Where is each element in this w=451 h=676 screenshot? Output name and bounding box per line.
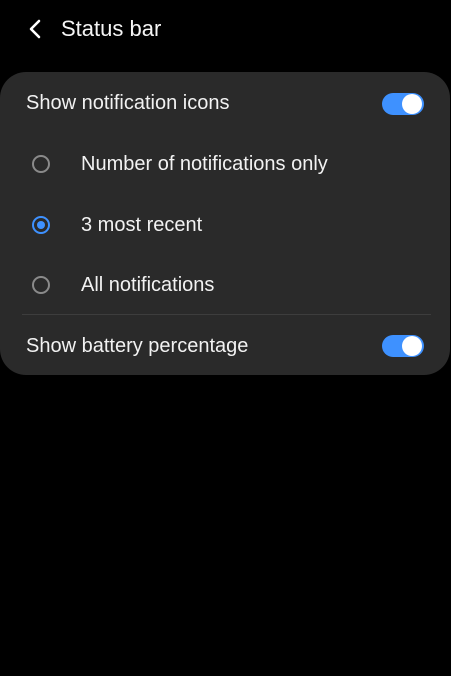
radio-label-number-only: Number of notifications only: [81, 153, 328, 175]
radio-selected-dot: [37, 221, 45, 229]
app-header: Status bar: [0, 0, 451, 58]
divider: [22, 314, 431, 315]
show-notification-icons-row[interactable]: Show notification icons: [0, 82, 450, 126]
radio-button-3-most-recent[interactable]: [32, 216, 50, 234]
show-battery-percentage-toggle[interactable]: [382, 335, 424, 357]
chevron-left-icon: [29, 19, 41, 39]
radio-button-number-only[interactable]: [32, 155, 50, 173]
radio-label-3-most-recent: 3 most recent: [81, 214, 203, 236]
show-battery-percentage-label: Show battery percentage: [26, 335, 249, 357]
radio-option-number-only[interactable]: Number of notifications only: [0, 142, 450, 186]
radio-option-all-notifications[interactable]: All notifications: [0, 263, 450, 307]
toggle-knob: [402, 94, 422, 114]
back-button[interactable]: [18, 12, 52, 46]
show-notification-icons-toggle[interactable]: [382, 93, 424, 115]
radio-label-all-notifications: All notifications: [81, 274, 215, 296]
settings-card: Show notification icons Number of notifi…: [0, 72, 450, 375]
show-battery-percentage-row[interactable]: Show battery percentage: [0, 324, 450, 368]
show-notification-icons-label: Show notification icons: [26, 92, 230, 114]
radio-button-all-notifications[interactable]: [32, 276, 50, 294]
radio-option-3-most-recent[interactable]: 3 most recent: [0, 203, 450, 247]
page-title: Status bar: [61, 16, 162, 41]
toggle-knob: [402, 336, 422, 356]
